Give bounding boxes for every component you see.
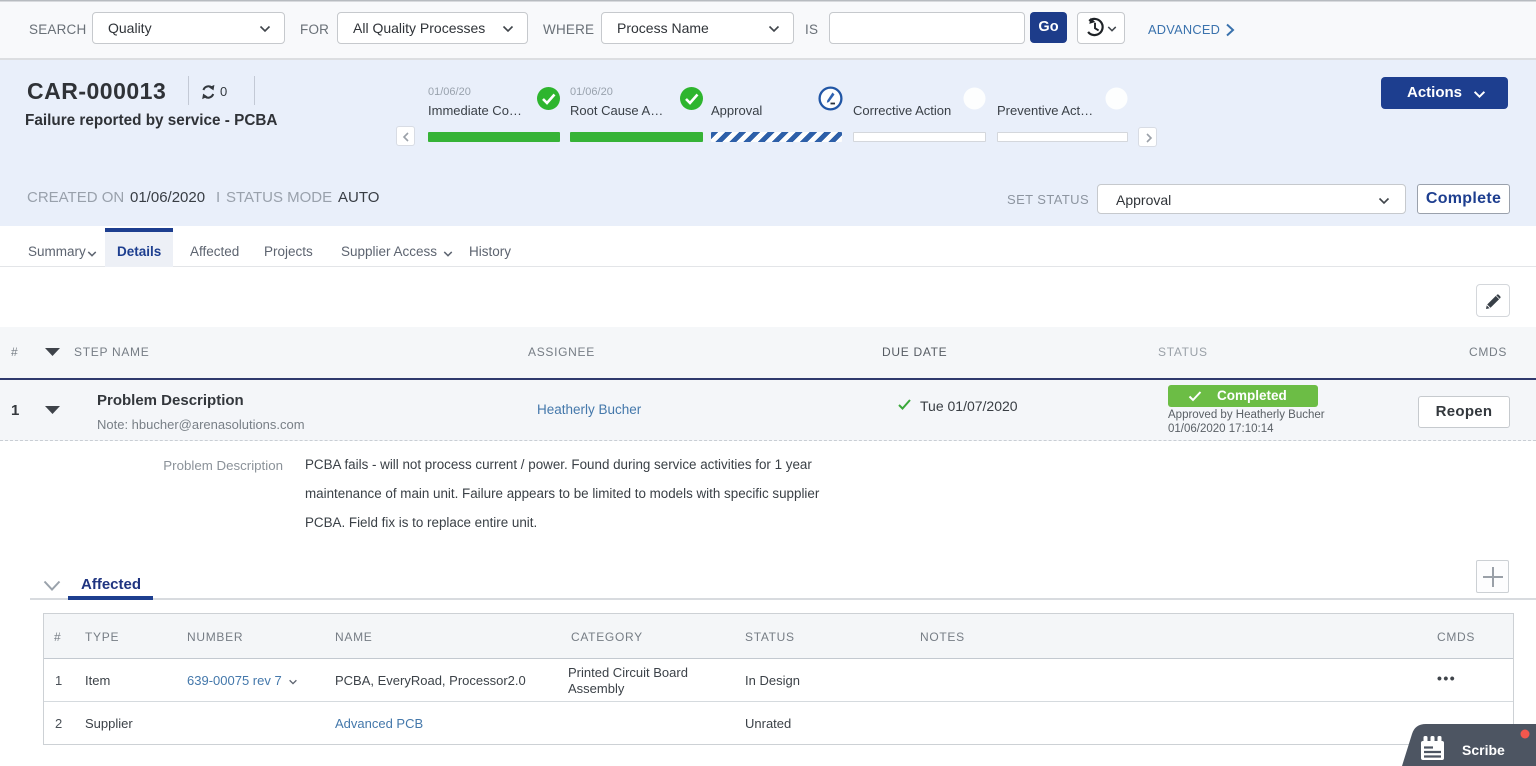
svg-text:Scribe: Scribe: [1462, 742, 1505, 758]
